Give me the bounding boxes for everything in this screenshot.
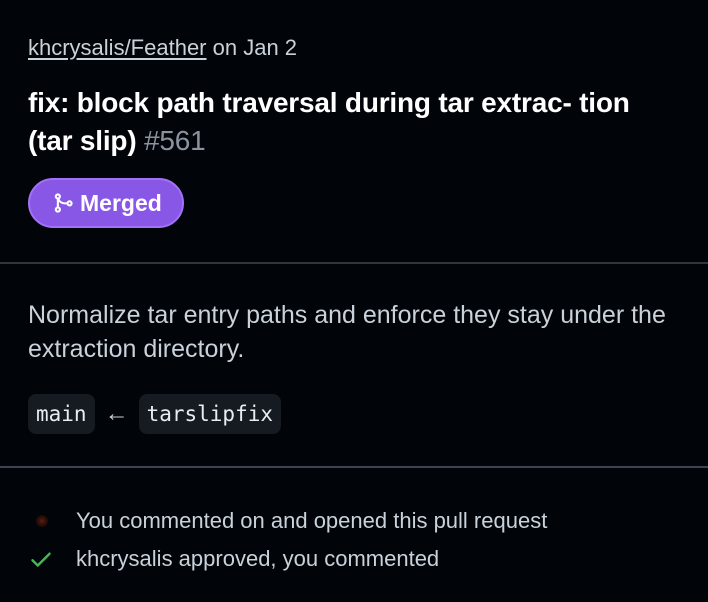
pull-request-card: khcrysalis/Feather on Jan 2 fix: block p… [0,0,708,602]
head-branch[interactable]: tarslipfix [138,394,282,434]
merged-status-badge: Merged [28,178,184,228]
activity-text: You commented on and opened this pull re… [76,508,548,533]
left-arrow-icon: ← [104,400,129,427]
pr-header: khcrysalis/Feather on Jan 2 fix: block p… [0,0,708,262]
pr-meta: khcrysalis/Feather on Jan 2 [28,34,680,62]
base-branch[interactable]: main [28,394,95,434]
activity-list: You commented on and opened this pull re… [0,468,708,578]
branch-info: main ← tarslipfix [28,394,680,434]
status-label: Merged [80,189,162,216]
activity-text: khcrysalis approved, you commented [76,546,440,571]
pr-number: #561 [144,125,206,156]
pr-description: Normalize tar entry paths and enforce th… [28,301,666,363]
avatar-dot-icon [28,515,76,527]
pr-title[interactable]: fix: block path traversal during tar ext… [28,84,678,160]
pr-body: Normalize tar entry paths and enforce th… [0,264,708,466]
pr-date: on Jan 2 [212,35,298,60]
activity-item: You commented on and opened this pull re… [28,502,680,540]
check-icon [28,546,76,572]
repo-link[interactable]: khcrysalis/Feather [28,35,207,60]
merge-icon [52,192,74,214]
pr-title-text: fix: block path traversal during tar ext… [28,87,630,156]
activity-item: khcrysalis approved, you commented [28,540,680,578]
